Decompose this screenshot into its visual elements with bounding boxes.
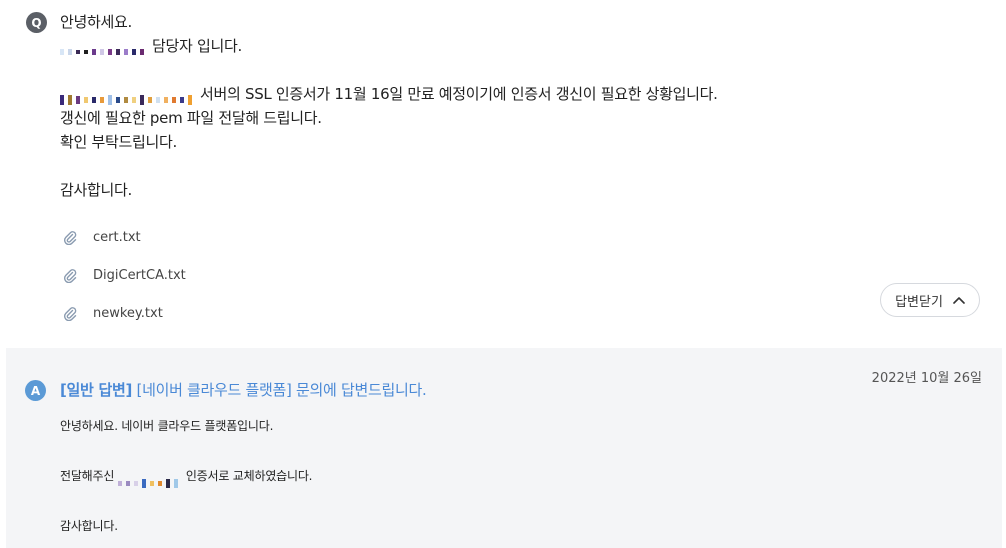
answer-greeting: 안녕하세요. 네이버 클라우드 플랫폼입니다. xyxy=(60,419,274,433)
question-signature-line: 담당자 입니다. xyxy=(60,34,960,58)
redacted-cert-mosaic xyxy=(117,471,182,488)
paperclip-icon xyxy=(63,231,77,245)
ssl-renewal-text: 서버의 SSL 인증서가 11월 16일 만료 예정이기에 인증서 갱신이 필요… xyxy=(200,85,718,103)
question-greeting: 안녕하세요. xyxy=(60,13,132,31)
redacted-server-mosaic xyxy=(60,88,196,105)
signature-suffix: 담당자 입니다. xyxy=(152,37,242,55)
close-answer-button[interactable]: 답변닫기 xyxy=(880,283,980,317)
attachment-name: newkey.txt xyxy=(93,305,163,321)
question-ssl-line: 서버의 SSL 인증서가 11월 16일 만료 예정이기에 인증서 갱신이 필요… xyxy=(60,82,960,106)
answer-replaced-line: 전달해주신 인증서로 교체하였습니다. xyxy=(60,464,313,489)
attachment-list: cert.txt DigiCertCA.txt newkey.txt xyxy=(62,218,186,332)
answer-subject: [네이버 클라우드 플랫폼] 문의에 답변드립니다. xyxy=(136,381,427,399)
attachment-name: DigiCertCA.txt xyxy=(93,267,186,283)
answer-thanks-line: 감사합니다. xyxy=(60,519,118,533)
attachment-item[interactable]: newkey.txt xyxy=(62,294,186,332)
answer-replaced-prefix: 전달해주신 xyxy=(60,469,115,483)
paperclip-icon xyxy=(63,307,77,321)
attachment-item[interactable]: cert.txt xyxy=(62,218,186,256)
answer-body: 안녕하세요. 네이버 클라우드 플랫폼입니다. 전달해주신 인증서로 교체하였습… xyxy=(60,414,313,539)
question-confirm-line: 확인 부탁드립니다. xyxy=(60,133,177,151)
question-thanks-line: 감사합니다. xyxy=(60,181,132,199)
answer-replaced-suffix: 인증서로 교체하였습니다. xyxy=(185,469,313,483)
attachment-item[interactable]: DigiCertCA.txt xyxy=(62,256,186,294)
close-answer-label: 답변닫기 xyxy=(895,294,943,310)
answer-panel: 2022년 10월 26일 A [일반 답변] [네이버 클라우드 플랫폼] 문… xyxy=(6,348,1002,548)
question-icon: Q xyxy=(26,12,47,33)
paperclip-icon xyxy=(63,269,77,283)
answer-icon: A xyxy=(25,380,46,401)
answer-title: [일반 답변] [네이버 클라우드 플랫폼] 문의에 답변드립니다. xyxy=(60,379,427,400)
question-pem-line: 갱신에 필요한 pem 파일 전달해 드립니다. xyxy=(60,109,322,127)
answer-date: 2022년 10월 26일 xyxy=(871,371,982,386)
question-body: 안녕하세요. 담당자 입니다. 서버의 SSL 인증서가 11월 16일 만료 … xyxy=(60,10,960,202)
answer-tag: [일반 답변] xyxy=(60,381,133,399)
attachment-name: cert.txt xyxy=(93,229,141,245)
redacted-name-mosaic xyxy=(60,40,148,55)
chevron-up-icon xyxy=(953,297,965,304)
